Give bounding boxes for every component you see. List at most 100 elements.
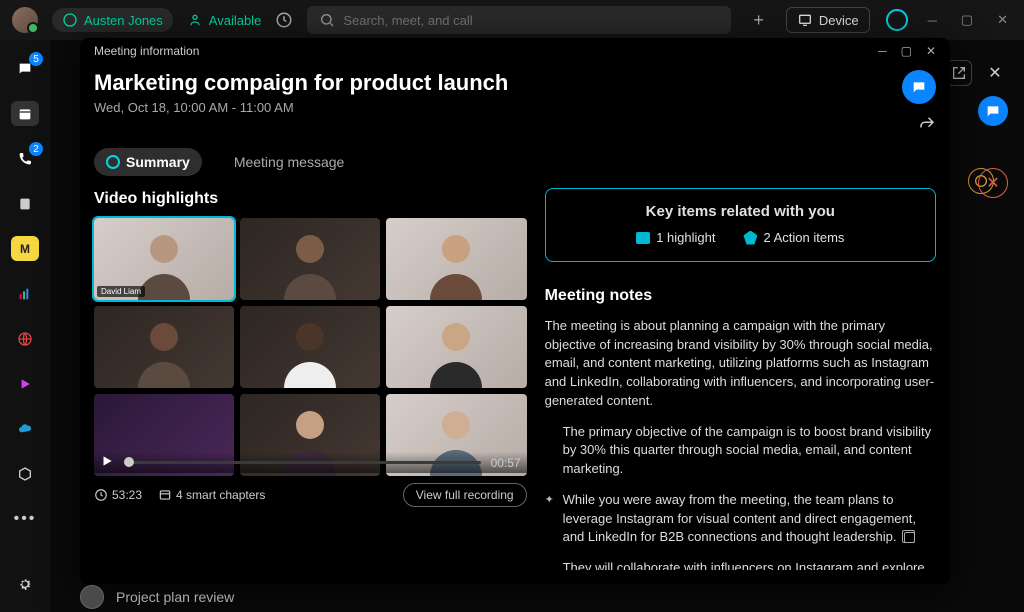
- action-count-label: 2 Action items: [763, 230, 844, 245]
- video-tile[interactable]: [240, 218, 380, 300]
- meeting-title: Marketing compaign for product launch: [94, 70, 508, 96]
- highlight-count[interactable]: 1 highlight: [636, 230, 715, 245]
- bg-close-icon[interactable]: ✕: [982, 60, 1008, 86]
- video-tile[interactable]: [94, 306, 234, 388]
- left-nav-rail: 5 2 M •••: [0, 40, 50, 612]
- panel-minimize[interactable]: ─: [878, 44, 887, 58]
- video-duration: 53:23: [112, 488, 142, 502]
- more-icon: •••: [14, 510, 37, 528]
- device-button[interactable]: Device: [786, 7, 870, 33]
- notes-paragraph: The primary objective of the campaign is…: [545, 423, 936, 479]
- chapters-label: 4 smart chapters: [176, 488, 265, 502]
- action-items-count[interactable]: 2 Action items: [743, 230, 844, 245]
- window-close[interactable]: ✕: [993, 12, 1012, 28]
- contacts-icon: [17, 196, 33, 212]
- video-current-time: 00:57: [491, 456, 521, 470]
- analytics-nav[interactable]: [11, 281, 39, 306]
- device-icon: [797, 12, 813, 28]
- search-bar[interactable]: [307, 6, 731, 34]
- panel-close[interactable]: ✕: [926, 44, 936, 58]
- calls-nav[interactable]: 2: [11, 146, 39, 171]
- calendar-nav[interactable]: [11, 101, 39, 126]
- hex-icon: [17, 466, 33, 482]
- video-meta: 53:23 4 smart chapters View full recordi…: [94, 483, 527, 507]
- video-tile[interactable]: [386, 306, 526, 388]
- settings-nav[interactable]: [11, 571, 39, 596]
- apps-nav[interactable]: [11, 461, 39, 486]
- panel-maximize[interactable]: ▢: [901, 44, 912, 58]
- notes-paragraph: They will collaborate with influencers o…: [545, 559, 936, 570]
- meeting-notes: Meeting notes The meeting is about plann…: [545, 278, 936, 570]
- play-button[interactable]: [100, 454, 114, 471]
- miro-app[interactable]: M: [11, 236, 39, 261]
- ai-chat-bubble[interactable]: [978, 96, 1008, 126]
- notes-paragraph: The meeting is about planning a campaign…: [545, 317, 936, 411]
- device-label: Device: [819, 13, 859, 28]
- chat-icon: [911, 79, 927, 95]
- ai-assistant-icon[interactable]: [886, 9, 908, 31]
- video-grid: David Liam: [94, 218, 527, 476]
- tab-bar: Summary Meeting message: [80, 132, 950, 184]
- video-scrubber[interactable]: [124, 461, 481, 464]
- meeting-info-panel: Meeting information ─ ▢ ✕ Marketing comp…: [80, 38, 950, 584]
- user-name: Austen Jones: [84, 13, 163, 28]
- chapters-icon: [158, 488, 172, 502]
- background-window-controls: ✕: [946, 60, 1008, 86]
- search-icon: [319, 12, 335, 28]
- calendar-icon: [17, 106, 33, 122]
- tile-label: David Liam: [97, 286, 145, 297]
- mini-avatar: [80, 585, 104, 609]
- profile-avatar[interactable]: [12, 7, 38, 33]
- media-nav[interactable]: [11, 371, 39, 396]
- panel-header-title: Meeting information: [94, 44, 199, 58]
- tab-summary[interactable]: Summary: [94, 148, 202, 176]
- video-highlights-section: Video highlights David Liam: [94, 184, 527, 570]
- window-minimize[interactable]: ─: [924, 13, 941, 28]
- cloud-icon: [17, 421, 33, 437]
- search-input[interactable]: [343, 13, 719, 28]
- tab-message[interactable]: Meeting message: [222, 148, 357, 176]
- contacts-nav[interactable]: [11, 191, 39, 216]
- chat-badge: 5: [29, 52, 43, 66]
- meeting-datetime: Wed, Oct 18, 10:00 AM - 11:00 AM: [94, 100, 508, 115]
- analytics-icon: [17, 286, 33, 302]
- copy-icon[interactable]: [904, 532, 915, 543]
- status-label: Available: [209, 13, 262, 28]
- notes-p4-text: They will collaborate with influencers o…: [563, 560, 925, 570]
- user-pill[interactable]: Austen Jones: [52, 8, 173, 32]
- salesforce-app[interactable]: [11, 416, 39, 441]
- notes-paragraph-away: While you were away from the meeting, th…: [545, 491, 936, 547]
- more-nav[interactable]: •••: [11, 506, 39, 531]
- calls-badge: 2: [29, 142, 43, 156]
- next-meeting-peek[interactable]: Project plan review: [80, 586, 520, 608]
- video-tile[interactable]: [240, 306, 380, 388]
- notes-p3-text: While you were away from the meeting, th…: [563, 492, 916, 544]
- window-maximize[interactable]: ▢: [957, 12, 977, 28]
- web-nav[interactable]: [11, 326, 39, 351]
- summary-section: Key items related with you 1 highlight 2…: [545, 184, 936, 570]
- ai-chat-button[interactable]: [902, 70, 936, 104]
- status-pill[interactable]: Available: [187, 12, 262, 28]
- panel-header: Meeting information ─ ▢ ✕: [80, 38, 950, 64]
- chat-nav[interactable]: 5: [11, 56, 39, 81]
- video-tile[interactable]: David Liam: [94, 218, 234, 300]
- highlights-title: Video highlights: [94, 190, 527, 208]
- available-icon: [187, 12, 203, 28]
- tab-message-label: Meeting message: [234, 154, 345, 170]
- globe-icon: [17, 331, 33, 347]
- share-icon[interactable]: [918, 114, 936, 132]
- history-icon[interactable]: [275, 11, 293, 29]
- video-tile[interactable]: [386, 218, 526, 300]
- highlight-icon: [636, 232, 650, 244]
- app-topbar: Austen Jones Available + Device ─ ▢ ✕: [0, 0, 1024, 40]
- miro-icon: M: [20, 242, 30, 256]
- view-full-recording-button[interactable]: View full recording: [403, 483, 527, 507]
- presence-icon: [62, 12, 78, 28]
- bg-close-circle[interactable]: ✕: [978, 168, 1008, 198]
- tab-summary-label: Summary: [126, 154, 190, 170]
- play-icon: [17, 376, 33, 392]
- key-items-card[interactable]: Key items related with you 1 highlight 2…: [545, 188, 936, 262]
- pin-icon: [743, 231, 757, 245]
- gear-icon: [17, 576, 33, 592]
- add-button[interactable]: +: [745, 10, 772, 31]
